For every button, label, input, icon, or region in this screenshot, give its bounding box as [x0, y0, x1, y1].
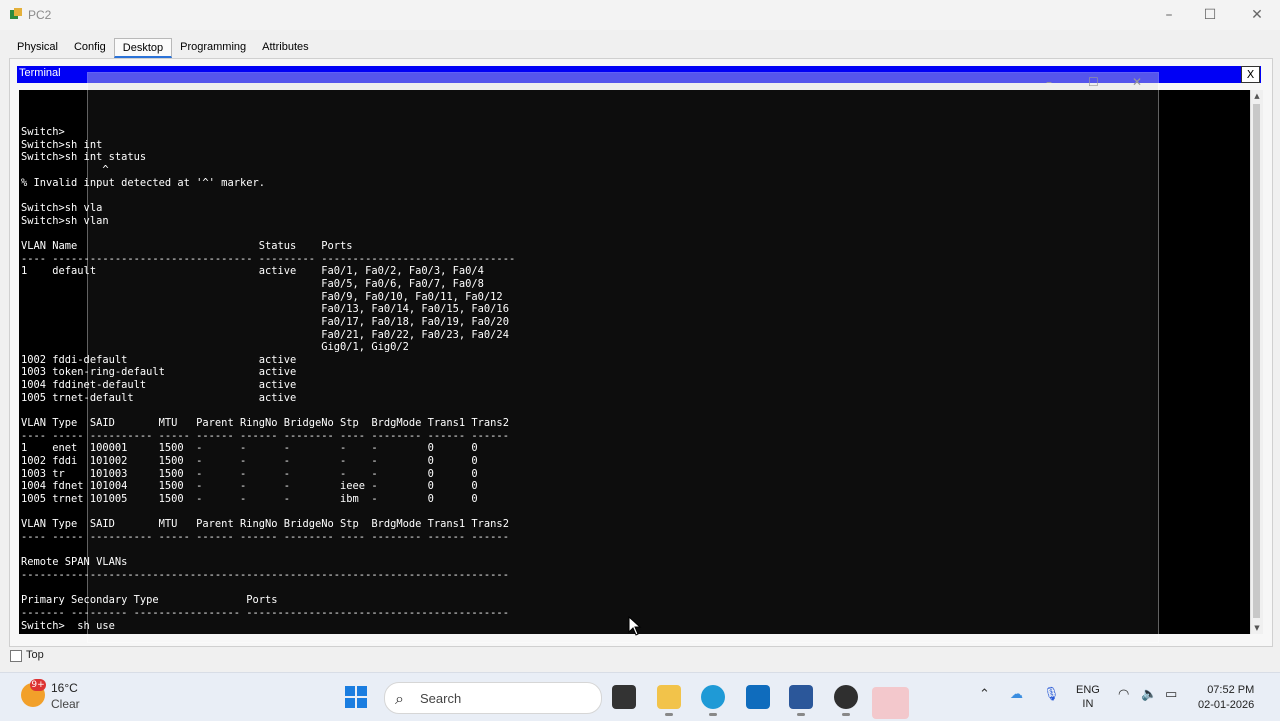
clock-date: 02-01-2026: [1198, 699, 1255, 711]
terminal-close-button[interactable]: X: [1241, 66, 1260, 83]
overlay-title-bar: [88, 73, 1158, 90]
tab-attributes[interactable]: Attributes: [254, 38, 316, 58]
window-title: PC2: [28, 8, 52, 22]
start-icon-tile: [345, 698, 355, 708]
chevron-up-icon[interactable]: ⌃: [979, 687, 990, 702]
maximize-button[interactable]: ☐: [1187, 0, 1233, 30]
overlay-window: – ☐ ✕: [87, 72, 1159, 643]
clock-time: 07:52 PM: [1207, 684, 1255, 696]
device-tabs: Physical Config Desktop Programming Attr…: [9, 38, 317, 58]
close-button[interactable]: ✕: [1234, 0, 1280, 30]
top-checkbox[interactable]: [10, 650, 22, 662]
search-label: Search: [420, 691, 462, 706]
microphone-icon[interactable]: 🎙: [1043, 687, 1060, 702]
input-language[interactable]: ENG IN: [1076, 683, 1100, 711]
scroll-up-icon[interactable]: ▲: [1251, 90, 1263, 102]
start-button[interactable]: [345, 686, 367, 708]
search-icon: ⌕: [395, 689, 404, 708]
weather-temperature[interactable]: 16°C: [51, 681, 78, 695]
terminal-line: Switch>: [21, 126, 65, 138]
language-code: ENG: [1076, 684, 1100, 696]
mouse-cursor-icon: [628, 616, 642, 636]
terminal-title: Terminal: [19, 67, 61, 79]
tab-physical[interactable]: Physical: [9, 38, 66, 58]
terminal-scrollbar[interactable]: ▲ ▼: [1250, 90, 1263, 634]
taskbar: 9+ 16°C Clear ⌕ Search ⌃ ☁ 🎙 ENG IN ◠ 🔈 …: [0, 672, 1280, 721]
system-clock[interactable]: 07:52 PM 02-01-2026: [1198, 683, 1254, 713]
overlay-maximize-icon[interactable]: ☐: [1088, 75, 1099, 89]
packet-tracer-taskbar-icon[interactable]: [872, 687, 909, 719]
window-title-bar: PC2 – ☐ ✕: [0, 0, 1280, 30]
minimize-button[interactable]: –: [1146, 0, 1192, 30]
overlay-minimize-icon[interactable]: –: [1046, 75, 1052, 89]
overlay-close-icon[interactable]: ✕: [1132, 75, 1142, 89]
tab-desktop[interactable]: Desktop: [113, 38, 173, 58]
battery-icon[interactable]: ▭: [1165, 687, 1177, 702]
file-explorer-icon[interactable]: [657, 685, 681, 716]
volume-icon[interactable]: 🔈: [1141, 687, 1157, 702]
top-checkbox-label: Top: [26, 649, 44, 661]
task-view-icon[interactable]: [612, 685, 636, 709]
packet-tracer-icon: [10, 8, 22, 19]
tab-programming[interactable]: Programming: [172, 38, 254, 58]
scroll-down-icon[interactable]: ▼: [1251, 622, 1263, 634]
start-icon-tile: [357, 698, 367, 708]
onedrive-cloud-icon[interactable]: ☁: [1010, 687, 1023, 702]
outlook-icon[interactable]: [746, 685, 770, 709]
scroll-thumb[interactable]: [1253, 104, 1260, 618]
recorder-icon[interactable]: [834, 685, 858, 716]
weather-description[interactable]: Clear: [51, 697, 80, 711]
word-icon[interactable]: [789, 685, 813, 716]
weather-badge: 9+: [30, 679, 46, 691]
start-icon-tile: [357, 686, 367, 696]
edge-browser-icon[interactable]: [701, 685, 725, 716]
wifi-icon[interactable]: ◠: [1118, 687, 1129, 702]
start-icon-tile: [345, 686, 355, 696]
tab-config[interactable]: Config: [66, 38, 114, 58]
taskbar-search[interactable]: ⌕ Search: [384, 682, 602, 714]
region-code: IN: [1082, 698, 1094, 710]
